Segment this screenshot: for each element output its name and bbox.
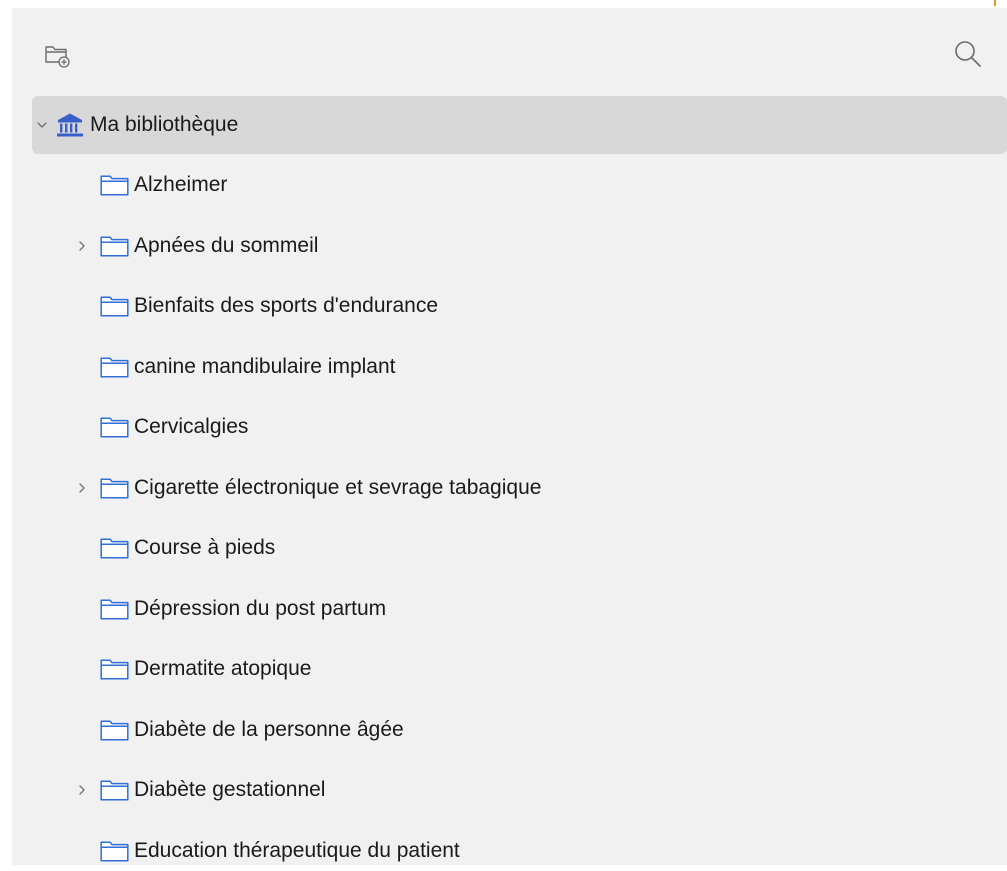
- collection-label: Cigarette électronique et sevrage tabagi…: [134, 476, 542, 499]
- collection-label: Education thérapeutique du patient: [134, 839, 460, 862]
- collections-pane: Ma bibliothèque Alzheimer Apnées du somme…: [12, 8, 1007, 865]
- folder-icon: [100, 779, 129, 801]
- collection-row[interactable]: Dermatite atopique: [32, 649, 1007, 689]
- new-collection-button[interactable]: [38, 36, 76, 74]
- collection-label: canine mandibulaire implant: [134, 355, 396, 378]
- collection-row[interactable]: Cervicalgies: [32, 407, 1007, 447]
- chevron-right-icon[interactable]: [75, 239, 89, 253]
- collection-row[interactable]: Cigarette électronique et sevrage tabagi…: [32, 468, 1007, 508]
- collection-label: Dermatite atopique: [134, 657, 312, 680]
- collection-row[interactable]: Dépression du post partum: [32, 589, 1007, 629]
- collection-row[interactable]: Diabète de la personne âgée: [32, 710, 1007, 750]
- chevron-right-icon[interactable]: [75, 481, 89, 495]
- chevron-down-icon[interactable]: [35, 118, 49, 132]
- folder-icon: [100, 356, 129, 378]
- collection-row[interactable]: Education thérapeutique du patient: [32, 831, 1007, 871]
- search-icon: [955, 41, 981, 67]
- folder-icon: [100, 416, 129, 438]
- folder-icon: [100, 840, 129, 862]
- library-label: Ma bibliothèque: [90, 113, 239, 136]
- collection-row[interactable]: Bienfaits des sports d'endurance: [32, 286, 1007, 326]
- collection-row[interactable]: canine mandibulaire implant: [32, 347, 1007, 387]
- collection-row[interactable]: Apnées du sommeil: [32, 226, 1007, 266]
- collection-label: Diabète gestationnel: [134, 778, 326, 801]
- library-row[interactable]: Ma bibliothèque: [32, 96, 1007, 154]
- collection-row[interactable]: Course à pieds: [32, 528, 1007, 568]
- accent-mark: [994, 0, 996, 6]
- collection-label: Apnées du sommeil: [134, 234, 319, 257]
- folder-icon: [100, 658, 129, 680]
- collection-label: Course à pieds: [134, 536, 276, 559]
- folder-icon: [100, 174, 129, 196]
- folder-icon: [100, 235, 129, 257]
- folder-icon: [100, 477, 129, 499]
- chevron-right-icon[interactable]: [75, 783, 89, 797]
- folder-plus-icon: [45, 46, 70, 68]
- collection-label: Cervicalgies: [134, 415, 249, 438]
- library-icon: [56, 112, 84, 138]
- collection-row[interactable]: Diabète gestationnel: [32, 770, 1007, 810]
- folder-icon: [100, 295, 129, 317]
- search-button[interactable]: [948, 34, 988, 74]
- folder-icon: [100, 598, 129, 620]
- collection-label: Diabète de la personne âgée: [134, 718, 404, 741]
- folder-icon: [100, 719, 129, 741]
- collection-label: Dépression du post partum: [134, 597, 387, 620]
- collection-row[interactable]: Alzheimer: [32, 165, 1007, 205]
- collection-label: Bienfaits des sports d'endurance: [134, 294, 439, 317]
- folder-icon: [100, 537, 129, 559]
- collection-label: Alzheimer: [134, 173, 228, 196]
